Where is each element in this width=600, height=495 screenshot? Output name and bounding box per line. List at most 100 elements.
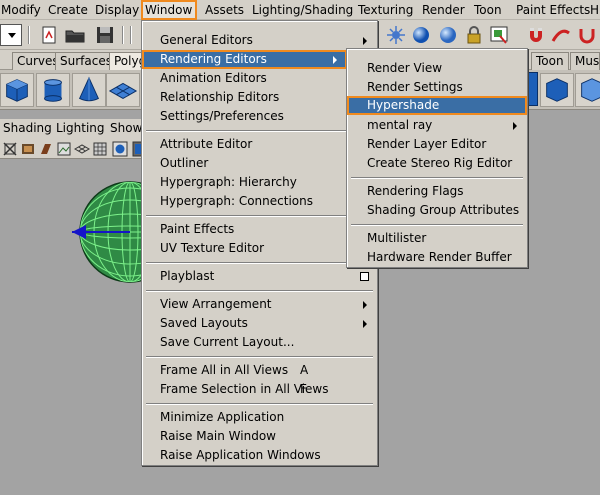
menu-item-raise-main-window[interactable]: Raise Main Window [144,427,375,446]
menu-item-label: Relationship Editors [160,90,280,104]
menu-item-label: View Arrangement [160,297,272,311]
shelf-tab-muscle[interactable]: Musc [570,52,600,70]
menu-window[interactable]: Window [141,0,197,20]
window-menu: General Editors Rendering Editors Animat… [141,20,378,466]
menu-item-label: General Editors [160,33,253,47]
menu-item-relationship-editors[interactable]: Relationship Editors [144,88,375,107]
camera-attributes-icon[interactable] [20,141,36,157]
menu-toon[interactable]: Toon [474,0,502,20]
menu-assets[interactable]: Assets [205,0,244,20]
shelf-tab-polygons[interactable]: Polyg [109,52,143,70]
image-plane-icon[interactable] [56,141,72,157]
menu-item-frame-selection[interactable]: Frame Selection in All Views F [144,380,375,399]
menu-item-create-stereo-rig-editor[interactable]: Create Stereo Rig Editor [349,154,525,173]
menu-item-animation-editors[interactable]: Animation Editors [144,69,375,88]
lock-icon[interactable] [463,24,485,46]
select-camera-icon[interactable] [2,141,18,157]
toolbar-divider [28,26,30,44]
menu-item-minimize-application[interactable]: Minimize Application [144,408,375,427]
menu-item-shortcut: A [300,363,309,377]
menu-create[interactable]: Create [48,0,88,20]
menu-item-general-editors[interactable]: General Editors [144,31,375,50]
menu-item-playblast[interactable]: Playblast [144,267,375,286]
menu-item-uv-texture-editor[interactable]: UV Texture Editor [144,239,375,258]
panel-menu-shading[interactable]: Shading [3,121,52,135]
magnet-icon[interactable] [525,24,547,46]
rendering-editors-submenu: Render View Render Settings Hypershade m… [346,48,528,268]
wireframe-icon[interactable] [92,141,108,157]
menu-item-mental-ray[interactable]: mental ray [349,116,525,135]
panel-menu-bar: Shading Lighting Show [0,119,150,139]
menu-item-paint-effects[interactable]: Paint Effects [144,220,375,239]
bookmark-icon[interactable] [38,141,54,157]
menu-item-render-settings[interactable]: Render Settings [349,78,525,97]
paint-splat-icon[interactable] [385,24,407,46]
shelf-tab-surfaces[interactable]: Surfaces [55,52,117,70]
menu-item-raise-application-windows[interactable]: Raise Application Windows [144,446,375,465]
menu-separator [351,224,523,226]
open-folder-icon[interactable] [64,24,86,46]
menu-item-multilister[interactable]: Multilister [349,229,525,248]
menu-item-label: Playblast [160,269,215,283]
poly-cube-icon[interactable] [0,73,34,107]
menu-item-render-view[interactable]: Render View [349,59,525,78]
menu-item-hypergraph-connections[interactable]: Hypergraph: Connections [144,192,375,211]
poly-cone-icon[interactable] [72,73,106,107]
menu-item-saved-layouts[interactable]: Saved Layouts [144,314,375,333]
menu-separator [146,262,373,264]
poly-cylinder-icon[interactable] [36,73,70,107]
smooth-shade-icon[interactable] [112,141,128,157]
menu-paint-effects[interactable]: Paint Effects [516,0,590,20]
mode-dropdown[interactable] [0,24,22,46]
panel-toolbar [0,139,150,159]
menu-item-rendering-editors[interactable]: Rendering Editors [142,50,347,69]
menu-item-label: mental ray [367,118,433,132]
new-scene-icon[interactable] [38,24,60,46]
menu-item-hypergraph-hierarchy[interactable]: Hypergraph: Hierarchy [144,173,375,192]
submenu-arrow-icon [333,56,337,64]
menu-item-outliner[interactable]: Outliner [144,154,375,173]
snap-curve-icon[interactable] [550,24,572,46]
menu-modify[interactable]: Modify [1,0,41,20]
menu-item-render-layer-editor[interactable]: Render Layer Editor [349,135,525,154]
menu-help[interactable]: H [590,0,599,20]
grid-icon[interactable] [74,141,90,157]
shelf-tab-toon[interactable]: Toon [531,52,569,70]
poly-plane-icon[interactable] [106,73,140,107]
menu-item-label: Saved Layouts [160,316,248,330]
panel-menu-show[interactable]: Show [110,121,142,135]
submenu-arrow-icon [363,37,367,45]
menu-item-hardware-render-buffer[interactable]: Hardware Render Buffer [349,248,525,267]
menu-separator [146,290,373,292]
menu-item-label: Animation Editors [160,71,267,85]
menu-item-attribute-editor[interactable]: Attribute Editor [144,135,375,154]
panel-menu-lighting[interactable]: Lighting [56,121,105,135]
menu-item-view-arrangement[interactable]: View Arrangement [144,295,375,314]
menu-render[interactable]: Render [422,0,465,20]
ipr-sphere-icon[interactable] [437,24,459,46]
menu-separator [351,177,523,179]
menu-item-hypershade[interactable]: Hypershade [347,96,527,115]
menu-separator [146,215,373,217]
toon-fill-icon[interactable] [540,73,574,107]
menu-item-save-current-layout[interactable]: Save Current Layout... [144,333,375,352]
menu-item-rendering-flags[interactable]: Rendering Flags [349,182,525,201]
menu-item-settings-preferences[interactable]: Settings/Preferences [144,107,375,126]
render-sphere-icon[interactable] [410,24,432,46]
menu-item-frame-all[interactable]: Frame All in All Views A [144,361,375,380]
menu-item-label: Settings/Preferences [160,109,284,123]
menu-separator [146,403,373,405]
menu-item-label: Frame All in All Views [160,363,289,377]
snap-point-icon[interactable] [576,24,598,46]
option-box-icon[interactable] [360,272,369,281]
toolbar-divider [130,26,132,44]
menu-item-shading-group-attributes[interactable]: Shading Group Attributes [349,201,525,220]
menu-separator [146,356,373,358]
render-region-icon[interactable] [488,24,510,46]
menu-display[interactable]: Display [95,0,139,20]
save-scene-icon[interactable] [94,24,116,46]
menu-lighting-shading[interactable]: Lighting/Shading [252,0,353,20]
toon-outline-icon[interactable] [575,73,600,107]
menu-item-label: Rendering Editors [160,52,267,66]
menu-texturing[interactable]: Texturing [358,0,413,20]
